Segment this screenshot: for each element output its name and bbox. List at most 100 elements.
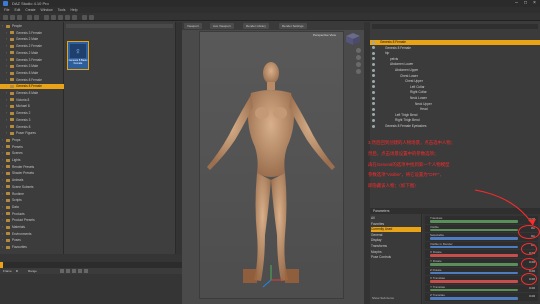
last-frame-icon[interactable]	[84, 269, 88, 273]
parameter-category[interactable]: Morphs	[371, 250, 421, 255]
eye-icon[interactable]	[372, 85, 375, 89]
parameter-category[interactable]: Favorites	[371, 222, 421, 227]
zoom-icon[interactable]	[356, 62, 361, 67]
tree-item[interactable]: › Props	[0, 138, 64, 143]
eye-icon[interactable]	[372, 74, 375, 78]
eye-icon[interactable]	[372, 124, 375, 128]
tree-item[interactable]: › Scenes	[0, 151, 64, 156]
tree-item[interactable]: › Genesis 3 Female	[0, 31, 64, 36]
scene-node[interactable]: Right Thigh Bend	[370, 118, 540, 123]
slider-track[interactable]	[430, 288, 518, 292]
tree-item[interactable]: › Scene Subsets	[0, 185, 64, 190]
tree-item[interactable]: › Genesis 3 Female	[0, 58, 64, 63]
scene-node[interactable]: Right Collar	[370, 90, 540, 95]
tree-item[interactable]: › Genesis 8 Female	[0, 78, 64, 83]
tree-item[interactable]: › Presets	[0, 145, 64, 150]
eye-icon[interactable]	[372, 79, 375, 83]
tree-item[interactable]: › Genesis 2 Male	[0, 37, 64, 42]
parameter-slider[interactable]: Z Translate 0.00	[425, 293, 538, 301]
eye-icon[interactable]	[372, 51, 375, 55]
tree-item[interactable]: › Genesis 8	[0, 125, 64, 130]
scene-node[interactable]: Genesis 8 Female	[370, 46, 540, 51]
slider-track[interactable]	[430, 263, 518, 266]
parameter-category[interactable]: All	[371, 216, 421, 221]
tree-item[interactable]: › Genesis 2 Male	[0, 51, 64, 56]
tree-item[interactable]: › Materials	[0, 225, 64, 230]
tree-item[interactable]: › Genesis 8 Male	[0, 91, 64, 96]
first-frame-icon[interactable]	[60, 269, 64, 273]
redo-icon[interactable]	[34, 14, 39, 20]
tab-parameters[interactable]: Parameters	[373, 209, 389, 213]
save-icon[interactable]	[17, 14, 22, 20]
rotate-tool-icon[interactable]	[65, 14, 70, 20]
scene-node[interactable]: Genesis 8 Female	[370, 40, 540, 46]
parameter-category[interactable]: Display	[371, 238, 421, 243]
tree-item[interactable]: › Genesis 3	[0, 118, 64, 123]
parameter-category[interactable]: Transforms	[371, 244, 421, 249]
minimize-icon[interactable]: –	[512, 0, 521, 7]
universal-tool-icon[interactable]	[51, 14, 56, 20]
parameter-category[interactable]: General	[371, 233, 421, 238]
slider-track[interactable]	[430, 254, 518, 257]
eye-icon[interactable]	[372, 63, 375, 67]
slider-track[interactable]	[430, 280, 518, 283]
render-settings-icon[interactable]	[89, 14, 94, 20]
frame-icon[interactable]	[356, 69, 361, 74]
close-icon[interactable]: ×	[530, 0, 539, 7]
tree-item[interactable]: › Michael 8	[0, 104, 64, 109]
tree-item[interactable]: › Products	[0, 212, 64, 217]
camera-dropdown[interactable]: Perspective View	[312, 33, 337, 38]
parameter-slider[interactable]: Y Translate 0.00	[425, 284, 538, 293]
scene-node[interactable]: Neck Upper	[370, 102, 540, 107]
tree-item[interactable]: › Genesis 8 Male	[0, 71, 64, 76]
tree-item[interactable]: › Favourites	[0, 245, 64, 250]
translate-tool-icon[interactable]	[58, 14, 63, 20]
scene-node[interactable]: Left Thigh Bend	[370, 113, 540, 118]
scene-node[interactable]: pelvis	[370, 57, 540, 62]
eye-icon[interactable]	[372, 91, 375, 95]
tab-viewport[interactable]: Viewport	[184, 23, 202, 29]
eye-icon[interactable]	[372, 113, 375, 117]
tree-item[interactable]: › Environments	[0, 232, 64, 237]
eye-icon[interactable]	[372, 102, 375, 106]
scene-node[interactable]: Abdomen Lower	[370, 62, 540, 67]
parameter-slider[interactable]: Z Rotate 0.00	[425, 267, 538, 276]
slider-track[interactable]	[430, 245, 518, 249]
eye-icon[interactable]	[372, 107, 375, 111]
tab-render-library[interactable]: Render Library	[243, 23, 269, 29]
scene-node[interactable]: Head	[370, 107, 540, 112]
new-scene-icon[interactable]	[3, 14, 8, 20]
view-cube-icon[interactable]	[345, 32, 361, 46]
tree-item[interactable]: › Genesis 3 Male	[0, 64, 64, 69]
prev-frame-icon[interactable]	[66, 269, 70, 273]
scene-search-input[interactable]	[372, 24, 538, 29]
render-icon[interactable]	[82, 14, 87, 20]
slider-track[interactable]	[430, 297, 518, 300]
scene-node[interactable]: Genesis 8 Female Eyelashes	[370, 124, 540, 129]
eye-icon[interactable]	[372, 119, 375, 123]
slider-track[interactable]	[430, 271, 518, 275]
tree-item[interactable]: › Runtime	[0, 192, 64, 197]
tree-item[interactable]: › Poser Figures	[0, 131, 64, 136]
pan-icon[interactable]	[356, 55, 361, 60]
slider-track[interactable]	[430, 237, 518, 240]
content-thumbnail[interactable]: ♀ Genesis 8 Basic Female	[67, 41, 89, 70]
eye-icon[interactable]	[372, 57, 375, 61]
tab-render-settings[interactable]: Render Settings	[279, 23, 307, 29]
tree-item[interactable]: › Genesis 8 Female	[0, 84, 64, 90]
tree-item[interactable]: › Genesis 2	[0, 111, 64, 116]
tree-item[interactable]: › Scripts	[0, 198, 64, 203]
tree-item[interactable]: › Genesis 2 Female	[0, 44, 64, 49]
content-search-input[interactable]	[66, 24, 173, 28]
eye-icon[interactable]	[372, 46, 375, 50]
scene-node[interactable]: Left Collar	[370, 85, 540, 90]
tree-item[interactable]: › Product Presets	[0, 218, 64, 223]
show-sub-items-label[interactable]: Show Sub Items	[372, 296, 394, 300]
frame-value[interactable]: 0	[16, 269, 18, 273]
slider-value[interactable]: 0.00	[529, 286, 535, 290]
parameter-category[interactable]: Pose Controls	[371, 255, 421, 260]
tree-item[interactable]: › Lights	[0, 158, 64, 163]
maximize-icon[interactable]: □	[521, 0, 530, 7]
scale-tool-icon[interactable]	[72, 14, 77, 20]
node-selection-icon[interactable]	[44, 14, 49, 20]
